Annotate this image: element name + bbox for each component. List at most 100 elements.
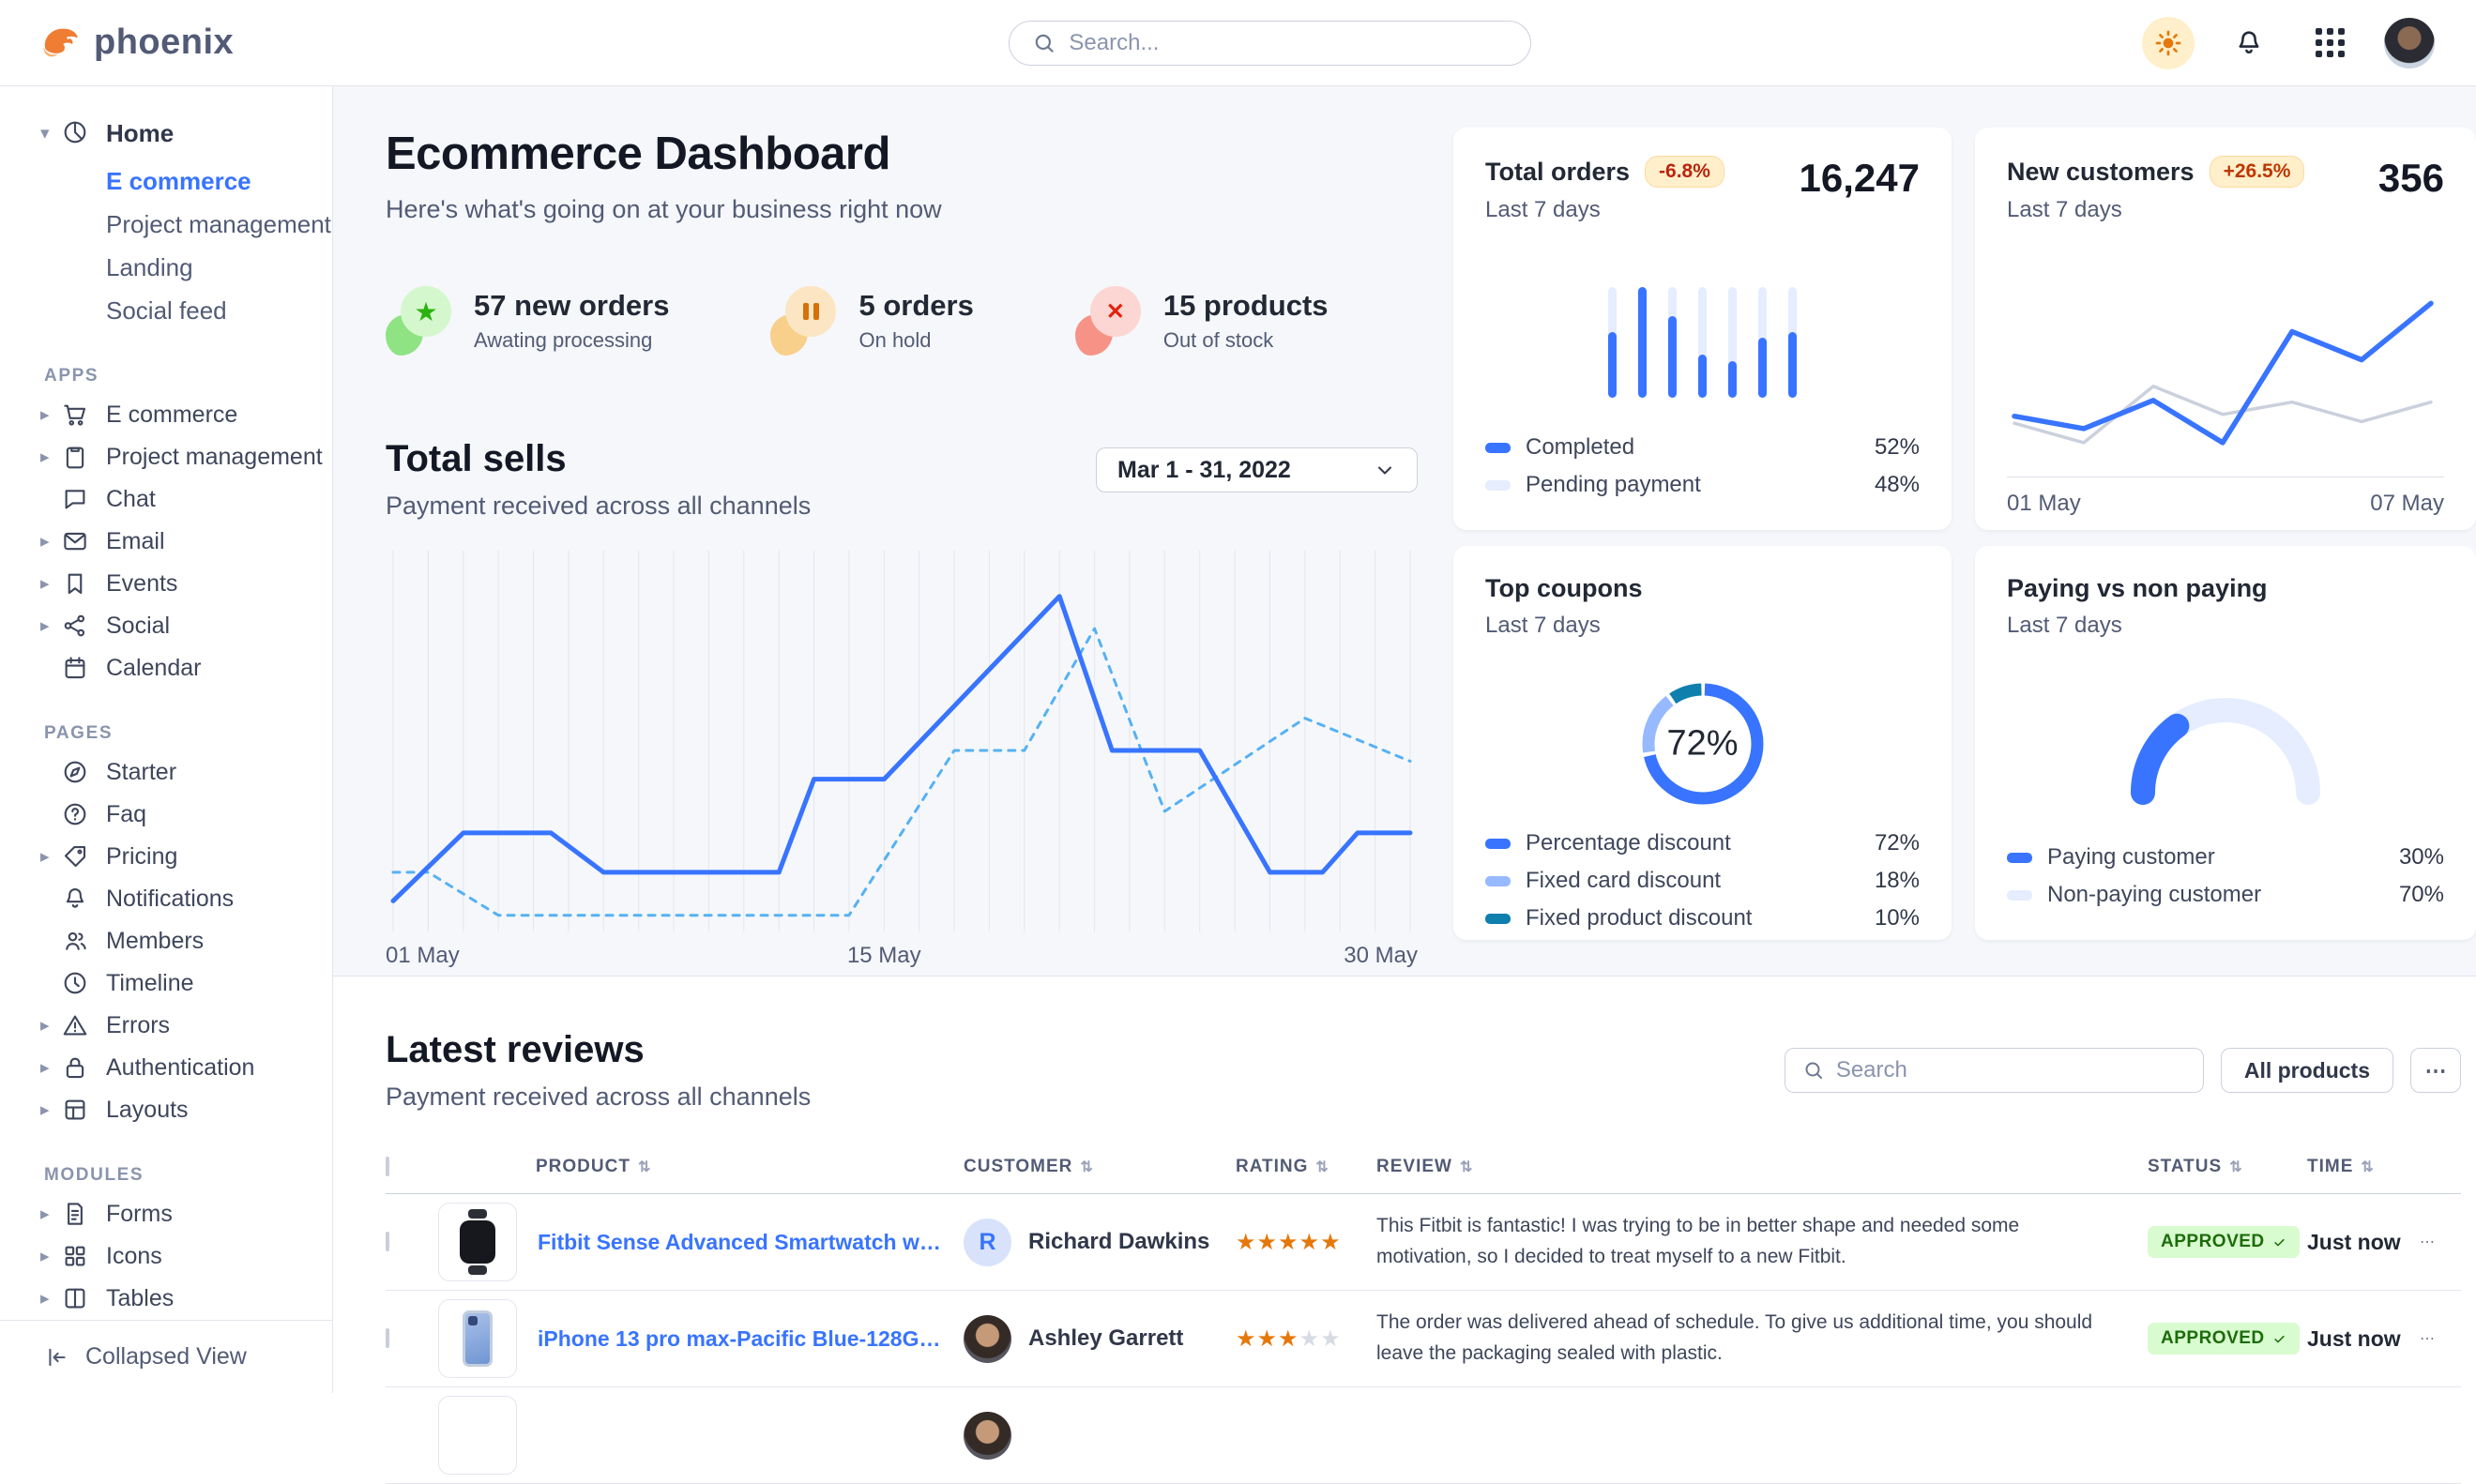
- column-header-time[interactable]: TIME⇅: [2307, 1157, 2420, 1177]
- sidebar-item-faq[interactable]: Faq: [0, 794, 332, 836]
- sidebar-item-tables[interactable]: ▸Tables: [0, 1278, 332, 1320]
- sidebar-item-members[interactable]: Members: [0, 920, 332, 962]
- sort-icon: ⇅: [2229, 1158, 2242, 1176]
- sidebar-item-email[interactable]: ▸Email: [0, 521, 332, 563]
- customer-avatar: [964, 1315, 1011, 1363]
- rating-stars: ★★★★★: [1236, 1230, 1342, 1255]
- sidebar-item-forms[interactable]: ▸Forms: [0, 1193, 332, 1235]
- card-period: Last 7 days: [1485, 613, 1920, 639]
- caret-down-icon: ▾: [40, 123, 61, 144]
- grid-icon: [2316, 28, 2345, 57]
- sidebar-item-starter[interactable]: Starter: [0, 751, 332, 794]
- reviews-title: Latest reviews: [386, 1029, 811, 1071]
- brand-logo[interactable]: phoenix: [0, 23, 333, 63]
- reviews-search[interactable]: [1785, 1048, 2204, 1093]
- email-icon: [61, 527, 91, 557]
- card-title: New customers: [2007, 158, 2195, 187]
- product-thumbnail[interactable]: [438, 1396, 517, 1475]
- theme-toggle-button[interactable]: [2142, 17, 2195, 69]
- sidebar-item-errors[interactable]: ▸Errors: [0, 1005, 332, 1047]
- sun-icon: [2153, 28, 2183, 58]
- bookmark-icon: [61, 569, 91, 599]
- bell-icon: [61, 885, 91, 915]
- column-header-status[interactable]: STATUS⇅: [2148, 1157, 2307, 1177]
- stat-out-of-stock: ✕15 productsOut of stock: [1075, 286, 1329, 356]
- cart-icon: [61, 401, 91, 431]
- row-menu-button[interactable]: ⋯: [2420, 1233, 2461, 1251]
- sidebar-item-events[interactable]: ▸Events: [0, 563, 332, 605]
- select-all-checkbox[interactable]: [386, 1157, 389, 1176]
- apps-grid-button[interactable]: [2303, 17, 2356, 69]
- sidebar-item-project-management[interactable]: Project management: [0, 203, 332, 246]
- share-icon: [61, 612, 91, 642]
- sidebar-item-social[interactable]: ▸Social: [0, 605, 332, 647]
- reviews-search-input[interactable]: [1836, 1057, 2186, 1083]
- sidebar-item-project-management[interactable]: ▸Project management: [0, 436, 332, 478]
- row-menu-button[interactable]: ⋯: [2420, 1329, 2461, 1348]
- search-icon: [1031, 31, 1056, 55]
- sidebar-item-authentication[interactable]: ▸Authentication: [0, 1047, 332, 1089]
- caret-right-icon: ▸: [40, 531, 61, 553]
- order-bar: [1608, 287, 1617, 398]
- sidebar-item-pricing[interactable]: ▸Pricing: [0, 836, 332, 878]
- sort-icon: ⇅: [1080, 1158, 1093, 1176]
- sidebar-item-timeline[interactable]: Timeline: [0, 962, 332, 1005]
- product-link[interactable]: iPhone 13 pro max-Pacific Blue-128GB sto…: [538, 1326, 941, 1352]
- sidebar-item-chat[interactable]: Chat: [0, 478, 332, 521]
- row-checkbox[interactable]: [386, 1232, 389, 1251]
- total-sells-x-axis: 01 May 15 May 30 May: [386, 943, 1418, 977]
- card-period: Last 7 days: [1485, 197, 1800, 223]
- column-header-rating[interactable]: RATING⇅: [1236, 1157, 1376, 1177]
- product-thumbnail[interactable]: [438, 1299, 517, 1378]
- iphone-image: [463, 1310, 493, 1367]
- card-title: Top coupons: [1485, 574, 1642, 603]
- sidebar-item-landing[interactable]: Landing: [0, 246, 332, 289]
- sidebar-item-social-feed[interactable]: Social feed: [0, 289, 332, 332]
- column-header-product[interactable]: PRODUCT⇅: [438, 1157, 964, 1177]
- sidebar-item-e-commerce[interactable]: ▸E commerce: [0, 394, 332, 436]
- sidebar-item-layouts[interactable]: ▸Layouts: [0, 1089, 332, 1131]
- reviews-more-button[interactable]: ⋯: [2410, 1048, 2461, 1093]
- caret-right-icon: ▸: [40, 1246, 61, 1267]
- page-subtitle: Here's what's going on at your business …: [386, 195, 1418, 224]
- collapse-icon: [44, 1344, 70, 1370]
- rating-stars: ★★★★★: [1236, 1326, 1342, 1352]
- clock-icon: [61, 969, 91, 999]
- sidebar-item-calendar[interactable]: Calendar: [0, 647, 332, 689]
- product-thumbnail[interactable]: [438, 1203, 517, 1281]
- sidebar-group-home[interactable]: ▾ Home: [0, 111, 332, 156]
- date-range-select[interactable]: Mar 1 - 31, 2022: [1096, 447, 1418, 492]
- review-text: This Fitbit is fantastic! I was trying t…: [1376, 1211, 2148, 1272]
- legend-row: Completed52%: [1485, 429, 1920, 466]
- customer-name: Ashley Garrett: [1028, 1325, 1183, 1352]
- global-search[interactable]: [1008, 21, 1530, 66]
- sidebar-item-icons[interactable]: ▸Icons: [0, 1235, 332, 1278]
- pie-chart-icon: [61, 118, 91, 148]
- sort-icon: ⇅: [638, 1158, 651, 1176]
- all-products-button[interactable]: All products: [2221, 1048, 2393, 1093]
- page-title: Ecommerce Dashboard: [386, 128, 1418, 180]
- row-checkbox[interactable]: [386, 1328, 389, 1348]
- sidebar-item-e-commerce[interactable]: E commerce: [0, 159, 332, 203]
- axis-label: 30 May: [1344, 943, 1418, 969]
- column-header-review[interactable]: REVIEW⇅: [1376, 1157, 2148, 1177]
- caret-right-icon: ▸: [40, 573, 61, 595]
- product-link[interactable]: Fitbit Sense Advanced Smartwatch with To…: [538, 1230, 941, 1255]
- total-sells-chart: 01 May 15 May 30 May: [386, 551, 1418, 977]
- user-avatar[interactable]: [2384, 18, 2435, 68]
- column-header-customer[interactable]: CUSTOMER⇅: [964, 1157, 1236, 1177]
- clipboard-icon: [61, 443, 91, 473]
- caret-right-icon: ▸: [40, 1015, 61, 1037]
- star-icon: ★: [414, 296, 437, 327]
- notifications-button[interactable]: [2223, 17, 2275, 69]
- paying-gauge-chart: [2007, 695, 2444, 806]
- layout-icon: [61, 1096, 91, 1126]
- dashboard-hero-section: Ecommerce Dashboard Here's what's going …: [333, 86, 2476, 977]
- legend-row: Fixed card discount18%: [1485, 862, 1920, 900]
- caret-right-icon: ▸: [40, 1288, 61, 1310]
- global-search-input[interactable]: [1069, 30, 1507, 56]
- total-sells-title: Total sells: [386, 438, 811, 480]
- sidebar-item-notifications[interactable]: Notifications: [0, 878, 332, 920]
- coupons-donut-chart: 72%: [1485, 663, 1920, 825]
- collapse-view-button[interactable]: Collapsed View: [0, 1320, 332, 1393]
